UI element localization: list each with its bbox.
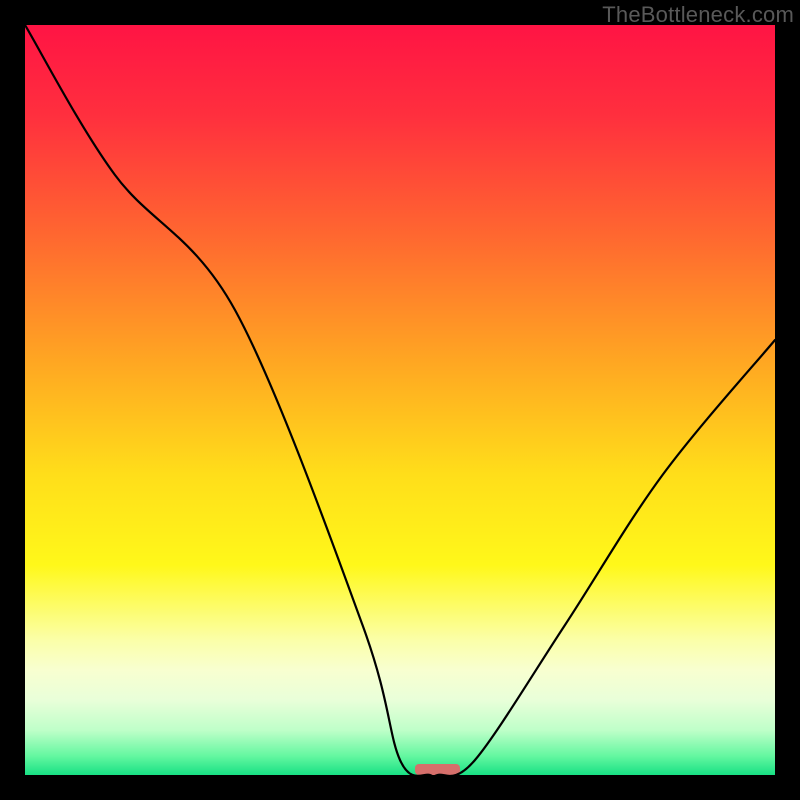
optimum-marker xyxy=(415,764,460,775)
plot-svg xyxy=(25,25,775,775)
plot-area xyxy=(25,25,775,775)
chart-frame: TheBottleneck.com xyxy=(0,0,800,800)
watermark-text: TheBottleneck.com xyxy=(602,2,794,28)
gradient-background xyxy=(25,25,775,775)
